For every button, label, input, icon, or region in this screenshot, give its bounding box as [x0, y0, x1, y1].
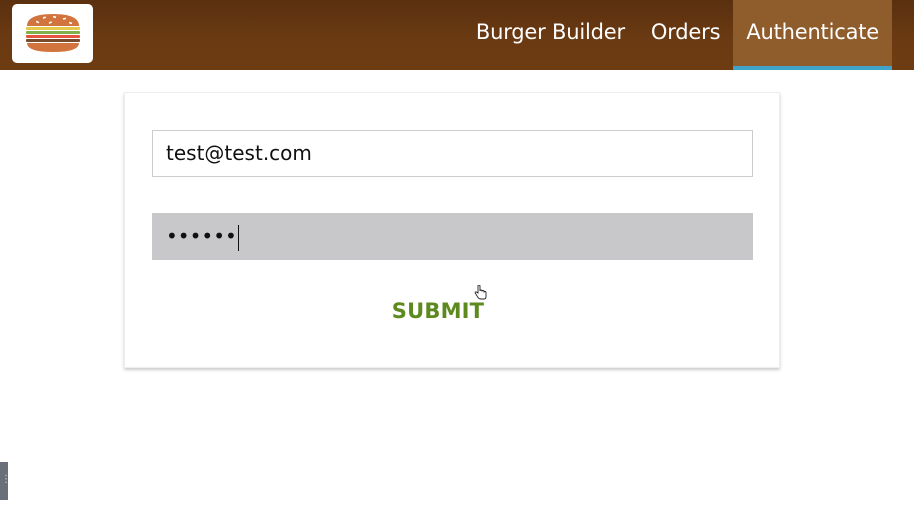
- password-value: ••••••: [166, 224, 237, 248]
- side-drawer-handle[interactable]: ⋮: [0, 462, 11, 500]
- drag-dots-icon: ⋮: [1, 474, 11, 485]
- submit-button[interactable]: SUBMIT: [125, 299, 779, 323]
- nav-item-orders[interactable]: Orders: [638, 0, 733, 70]
- main-nav: Burger Builder Orders Authenticate: [463, 0, 892, 70]
- password-field[interactable]: ••••••: [152, 213, 753, 260]
- text-caret: [237, 224, 239, 251]
- burger-logo-icon: [26, 14, 80, 52]
- auth-form-card: test@test.com •••••• SUBMIT: [124, 92, 780, 368]
- nav-item-authenticate[interactable]: Authenticate: [733, 0, 892, 70]
- hand-pointer-cursor-icon: [474, 284, 487, 304]
- toolbar: Burger Builder Orders Authenticate: [0, 0, 914, 70]
- submit-label: SUBMIT: [391, 299, 485, 323]
- nav-item-burger-builder[interactable]: Burger Builder: [463, 0, 638, 70]
- email-field[interactable]: test@test.com: [152, 130, 753, 177]
- logo[interactable]: [12, 4, 93, 63]
- email-value: test@test.com: [166, 141, 312, 165]
